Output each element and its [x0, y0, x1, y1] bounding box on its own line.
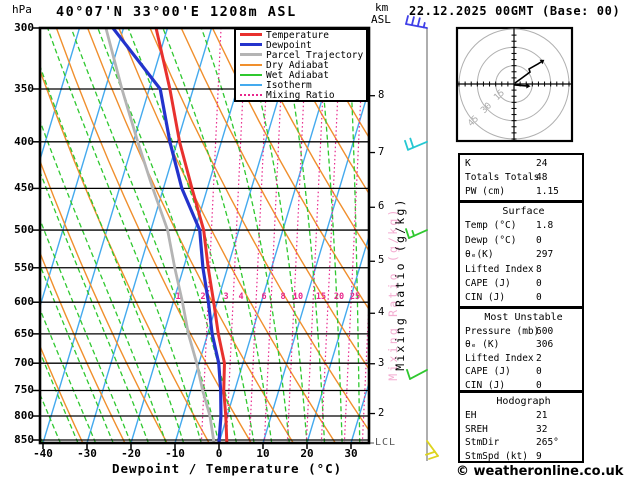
legend-line-sample [240, 53, 262, 56]
table-row-value: 0 [536, 379, 542, 391]
legend-line-sample [240, 63, 262, 66]
legend-line-sample [240, 73, 262, 76]
table-row-label: StmSpd (kt) [465, 451, 528, 463]
legend-box: Temperature Dewpoint Parcel Trajectory Dry … [234, 28, 368, 102]
table-row-value: 1.15 [536, 186, 559, 198]
table-row-value: 2 [536, 352, 542, 364]
table-row-value: 600 [536, 325, 554, 337]
dry-adiabat-line [40, 439, 42, 443]
wind-barb [404, 137, 428, 151]
table-row: PW (cm) 1.15 [460, 185, 582, 199]
legend-item: Mixing Ratio [236, 91, 366, 101]
table-row: K 24 [460, 157, 582, 171]
table-row-label: Dewp (°C) [465, 234, 517, 246]
legend-line-sample [240, 93, 262, 96]
table-row-value: 0 [536, 234, 542, 246]
table-row-label: SREH [465, 423, 488, 435]
legend-item-label: Mixing Ratio [266, 90, 335, 101]
table-row-value: 0 [536, 278, 542, 290]
legend-line-sample [240, 83, 262, 86]
table-row-value: 21 [536, 409, 548, 421]
table-row-label: CIN (J) [465, 379, 506, 391]
table-row-value: 32 [536, 423, 548, 435]
table-row: StmSpd (kt) 9 [460, 450, 582, 464]
table-row-value: 0 [536, 292, 542, 304]
table-row: Lifted Index 2 [460, 352, 582, 366]
wet-adiabat-line [40, 263, 114, 443]
table-row: Lifted Index 8 [460, 263, 582, 277]
wind-barb [405, 228, 428, 239]
table-row: Pressure (mb) 600 [460, 325, 582, 339]
legend-line-sample [240, 33, 262, 36]
table-row-label: CAPE (J) [465, 278, 511, 290]
wet-adiabat-line [0, 28, 25, 443]
storm-motion-vector [514, 84, 527, 87]
table-row: CAPE (J) 0 [460, 277, 582, 291]
wet-adiabat-line [376, 28, 377, 443]
table-row-value: 1.8 [536, 220, 554, 232]
table-row-value: 297 [536, 249, 554, 261]
table-row-label: θₑ(K) [465, 249, 494, 261]
table-section-header: Hodograph [496, 396, 551, 407]
table-row-value: 24 [536, 158, 548, 169]
table-section-header: Most Unstable [484, 312, 563, 323]
indices-table-box: Surface Temp (°C) 1.8 Dewp (°C) 0 θₑ(K) 297 Lif… [458, 201, 584, 308]
hodograph: 153045 [455, 26, 574, 143]
wet-adiabat-line [0, 28, 8, 443]
legend-line-sample [240, 43, 262, 46]
table-row-label: Temp (°C) [465, 220, 517, 232]
table-row-label: Lifted Index [465, 263, 534, 275]
table-row-label: EH [465, 409, 477, 421]
indices-table-box: Hodograph EH 21 SREH 32 StmDir 265° StmSpd (kt)… [458, 391, 584, 463]
table-row-label: K [465, 158, 471, 169]
table-row: CIN (J) 0 [460, 291, 582, 305]
table-row-label: PW (cm) [465, 186, 506, 198]
indices-table-box: K 24 Totals Totals 48 PW (cm) 1.15 [458, 153, 584, 202]
indices-table-box: Most Unstable Pressure (mb) 600 θₑ (K) 306 Li… [458, 307, 584, 392]
table-section-header: Surface [502, 206, 545, 217]
table-row-value: 0 [536, 366, 542, 377]
dry-adiabat-line [55, 28, 252, 443]
table-row-value: 265° [536, 437, 559, 449]
table-row-value: 8 [536, 263, 542, 275]
table-row: SREH 32 [460, 423, 582, 437]
table-row: Totals Totals 48 [460, 171, 582, 185]
table-row-label: Totals Totals [465, 172, 540, 184]
mixing-ratio-line [378, 28, 398, 443]
wet-adiabat-line [40, 434, 44, 443]
table-row: EH 21 [460, 409, 582, 423]
wind-barb [405, 15, 428, 29]
table-row-label: Pressure (mb) [465, 325, 540, 337]
table-row: CIN (J) 0 [460, 379, 582, 393]
table-row-label: θₑ (K) [465, 339, 500, 350]
table-row-label: CAPE (J) [465, 366, 511, 377]
table-row-label: CIN (J) [465, 292, 506, 304]
table-row-value: 306 [536, 339, 554, 350]
table-row: CAPE (J) 0 [460, 365, 582, 379]
wind-barb [406, 369, 428, 380]
table-row-label: StmDir [465, 437, 500, 449]
dry-adiabat-line [40, 68, 210, 443]
wet-adiabat-line [40, 170, 150, 443]
table-row: Dewp (°C) 0 [460, 234, 582, 248]
table-row: Temp (°C) 1.8 [460, 219, 582, 233]
table-row-value: 48 [536, 172, 548, 184]
table-row: θₑ (K) 306 [460, 338, 582, 352]
wet-adiabat-line [40, 217, 132, 443]
table-row-value: 9 [536, 451, 542, 463]
table-row-label: Lifted Index [465, 352, 534, 364]
skewt-sounding-page: 15 30 45 1 2 3 4 6 8 10 15 20 25 300 350 400 450 500 550 6… [0, 0, 629, 486]
table-row: θₑ(K) 297 [460, 248, 582, 262]
table-row: StmDir 265° [460, 436, 582, 450]
